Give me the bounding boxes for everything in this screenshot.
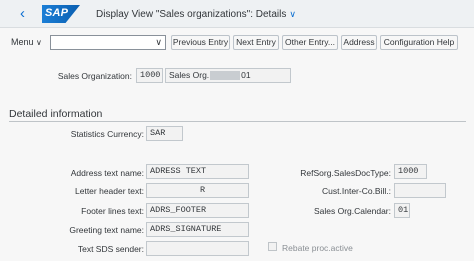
section-title: Detailed information — [9, 108, 103, 120]
command-field[interactable]: ∨ — [50, 35, 166, 50]
sales-org-name-field[interactable]: Sales Org. 01 — [165, 68, 291, 83]
menu-button[interactable]: Menu ∨ — [11, 37, 42, 47]
shell-bar: ‹ SAP Display View "Sales organizations"… — [0, 0, 474, 28]
sales-org-name-prefix: Sales Org. — [169, 70, 210, 80]
footer-lines-label: Footer lines text: — [81, 206, 144, 216]
cust-inter-label: Cust.Inter-Co.Bill.: — [322, 186, 391, 196]
sales-cal-field[interactable]: 01 — [394, 203, 410, 218]
sales-org-field[interactable]: 1000 — [136, 68, 163, 83]
letter-header-label: Letter header text: — [75, 186, 144, 196]
text-sds-field[interactable] — [146, 241, 249, 256]
page-title[interactable]: Display View "Sales organizations": Deta… — [96, 9, 296, 20]
address-text-field[interactable]: ADRESS TEXT — [146, 164, 249, 179]
page-title-text: Display View "Sales organizations": Deta… — [96, 9, 287, 20]
stat-currency-label: Statistics Currency: — [70, 129, 144, 139]
rebate-label: Rebate proc.active — [282, 243, 353, 253]
greeting-field[interactable]: ADRS_SIGNATURE — [146, 222, 249, 237]
sales-org-label: Sales Organization: — [57, 71, 132, 81]
next-entry-button[interactable]: Next Entry — [233, 35, 279, 50]
other-entry-button[interactable]: Other Entry... — [282, 35, 338, 50]
configuration-help-button[interactable]: Configuration Help — [380, 35, 458, 50]
footer-lines-field[interactable]: ADRS_FOOTER — [146, 203, 249, 218]
chevron-down-icon: ∨ — [36, 38, 42, 47]
masked-text — [210, 71, 241, 81]
text-sds-label: Text SDS sender: — [77, 244, 144, 254]
greeting-label: Greeting text name: — [69, 225, 144, 235]
toolbar: Menu ∨ ∨ Previous Entry Next Entry Other… — [0, 28, 474, 56]
previous-entry-button[interactable]: Previous Entry — [171, 35, 230, 50]
sales-org-name-suffix: 01 — [241, 70, 251, 80]
menu-label: Menu — [11, 37, 34, 47]
stat-currency-field[interactable]: SAR — [146, 126, 183, 141]
logo-text: SAP — [45, 7, 69, 19]
address-text-label: Address text name: — [70, 168, 144, 178]
section-divider — [9, 121, 466, 122]
sap-logo: SAP — [42, 5, 80, 23]
refsorg-label: RefSorg.SalesDocType: — [300, 168, 391, 178]
rebate-checkbox[interactable] — [268, 242, 277, 251]
chevron-down-icon[interactable]: ∨ — [155, 37, 162, 48]
chevron-down-icon: ∨ — [289, 9, 296, 19]
sales-cal-label: Sales Org.Calendar: — [313, 206, 391, 216]
address-button[interactable]: Address — [341, 35, 377, 50]
refsorg-field[interactable]: 1000 — [394, 164, 427, 179]
letter-header-field[interactable]: R — [146, 183, 249, 198]
back-icon[interactable]: ‹ — [20, 6, 36, 22]
cust-inter-field[interactable] — [394, 183, 446, 198]
